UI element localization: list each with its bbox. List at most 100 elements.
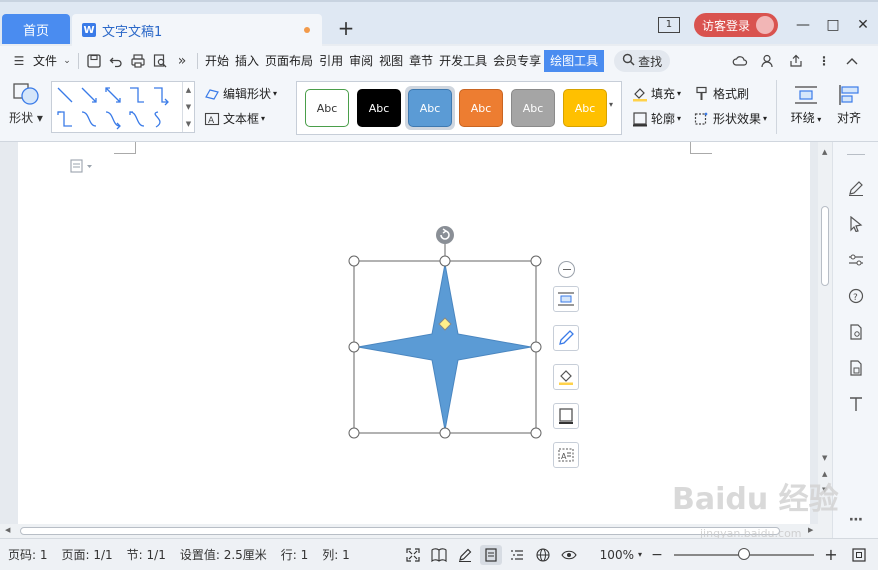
collapse-ribbon-icon[interactable] [841, 50, 863, 72]
format-painter-button[interactable]: 格式刷 [694, 85, 749, 102]
menu-item-chapter[interactable]: 章节 [406, 50, 436, 72]
shape-fill-bucket-icon[interactable] [553, 364, 579, 390]
status-pages[interactable]: 页面: 1/1 [62, 546, 113, 563]
web-view-icon[interactable] [532, 545, 554, 565]
pen-icon[interactable] [846, 178, 866, 198]
fit-window-icon[interactable] [848, 545, 870, 565]
resize-handle-e[interactable] [530, 341, 542, 353]
style-swatch-orange[interactable]: Abc [459, 89, 503, 127]
doc-settings-icon[interactable] [846, 322, 866, 342]
maximize-button[interactable]: □ [818, 12, 848, 38]
search-box[interactable]: 查找 [614, 50, 671, 72]
reading-mode-icon[interactable] [428, 545, 450, 565]
line-shape-gallery[interactable]: ▲ ▼ ▼ [51, 81, 195, 133]
menu-item-developer[interactable]: 开发工具 [436, 50, 490, 72]
vertical-scrollbar[interactable]: ▲ ▼ ▲ ▼ [818, 142, 832, 524]
adjust-sliders-icon[interactable] [846, 250, 866, 270]
style-swatch-gold[interactable]: Abc [563, 89, 607, 127]
menu-item-start[interactable]: 开始 [202, 50, 232, 72]
resize-handle-nw[interactable] [348, 255, 360, 267]
style-swatch-black[interactable]: Abc [357, 89, 401, 127]
cursor-select-icon[interactable] [846, 214, 866, 234]
page-view-icon[interactable] [479, 544, 502, 565]
resize-handle-w[interactable] [348, 341, 360, 353]
vertical-scroll-thumb[interactable] [821, 206, 829, 286]
tab-document[interactable]: W 文字文稿1 [72, 14, 322, 46]
scroll-right-icon[interactable]: ▶ [808, 526, 813, 534]
paragraph-handle-icon[interactable] [70, 159, 94, 176]
layout-options-icon[interactable] [553, 286, 579, 312]
guest-login-button[interactable]: 访客登录 [693, 13, 778, 37]
zoom-dropdown-icon[interactable]: ▾ [638, 550, 642, 559]
status-setting[interactable]: 设置值: 2.5厘米 [180, 546, 267, 563]
horizontal-scroll-thumb[interactable] [20, 527, 780, 535]
zoom-slider[interactable] [674, 547, 814, 560]
page-count-icon[interactable]: 1 [657, 17, 680, 33]
shape-border-icon[interactable] [553, 403, 579, 429]
tab-home[interactable]: 首页 [2, 14, 70, 44]
style-swatch-gray[interactable]: Abc [511, 89, 555, 127]
collapse-toolbar-icon[interactable] [558, 261, 575, 278]
rotate-handle-icon[interactable] [436, 226, 454, 244]
wrap-button[interactable]: 环绕 ▾ [788, 84, 824, 126]
resize-handle-n[interactable] [439, 255, 451, 267]
textbox-icon: A [204, 112, 220, 126]
resize-handle-sw[interactable] [348, 427, 360, 439]
save-icon[interactable] [83, 50, 105, 72]
more-panel-icon[interactable]: ⋯ [846, 510, 866, 530]
share-icon[interactable] [785, 50, 807, 72]
close-button[interactable]: ✕ [848, 12, 878, 38]
scroll-down-icon[interactable]: ▼ [822, 454, 827, 462]
resize-handle-s[interactable] [439, 427, 451, 439]
print-icon[interactable] [127, 50, 149, 72]
menu-item-insert[interactable]: 插入 [232, 50, 262, 72]
help-icon[interactable]: ? [846, 286, 866, 306]
edit-shape-button[interactable]: 编辑形状 ▾ [204, 85, 277, 102]
menu-item-member[interactable]: 会员专享 [490, 50, 544, 72]
new-tab-button[interactable]: + [336, 16, 356, 40]
doc-backup-icon[interactable] [846, 358, 866, 378]
resize-handle-ne[interactable] [530, 255, 542, 267]
menu-item-page-layout[interactable]: 页面布局 [262, 50, 316, 72]
style-swatch-blue[interactable]: Abc [408, 89, 452, 127]
text-tool-icon[interactable] [846, 394, 866, 414]
zoom-slider-knob[interactable] [738, 547, 750, 560]
shape-effect-button[interactable]: 形状效果 ▾ [694, 110, 767, 127]
chevron-down-icon[interactable]: ⌄ [60, 50, 74, 72]
cloud-sync-icon[interactable] [729, 50, 751, 72]
file-menu[interactable]: 文件 [30, 50, 60, 72]
gallery-scroll[interactable]: ▲ ▼ ▼ [182, 82, 194, 132]
zoom-out-icon[interactable]: − [650, 547, 664, 563]
shape-button[interactable]: 形状 ▾ [6, 82, 46, 134]
scroll-left-icon[interactable]: ◀ [5, 526, 10, 534]
textbox-button[interactable]: A 文本框 ▾ [204, 110, 265, 127]
print-preview-icon[interactable] [149, 50, 171, 72]
style-swatch-white[interactable]: Abc [305, 89, 349, 127]
menu-item-references[interactable]: 引用 [316, 50, 346, 72]
shape-outline-pen-icon[interactable] [553, 325, 579, 351]
outline-view-icon[interactable] [506, 545, 528, 565]
write-mode-icon[interactable] [454, 545, 476, 565]
fullscreen-icon[interactable] [402, 545, 424, 565]
text-wrap-icon[interactable]: A [553, 442, 579, 468]
share-user-icon[interactable] [757, 50, 779, 72]
svg-text:A: A [208, 116, 215, 126]
style-gallery-expand-icon[interactable]: ▾ [609, 100, 613, 109]
menu-item-view[interactable]: 视图 [376, 50, 406, 72]
undo-icon[interactable] [105, 50, 127, 72]
menu-item-review[interactable]: 审阅 [346, 50, 376, 72]
outline-button[interactable]: 轮廓 ▾ [632, 110, 681, 127]
zoom-level[interactable]: 100% [600, 548, 634, 562]
resize-handle-se[interactable] [530, 427, 542, 439]
fill-button[interactable]: 填充 ▾ [632, 85, 681, 102]
scroll-up-icon[interactable]: ▲ [822, 148, 827, 156]
menu-item-drawing-tools[interactable]: 绘图工具 [544, 50, 605, 72]
more-tools-icon[interactable]: » [171, 50, 193, 72]
eye-protection-icon[interactable] [558, 545, 580, 565]
four-point-star-shape[interactable] [357, 263, 532, 431]
align-button[interactable]: 对齐 [832, 84, 866, 126]
more-options-icon[interactable]: ⋮ [813, 50, 835, 72]
minimize-button[interactable]: — [788, 12, 818, 38]
zoom-in-icon[interactable]: + [824, 545, 838, 564]
hamburger-menu-icon[interactable]: ☰ [8, 50, 30, 72]
